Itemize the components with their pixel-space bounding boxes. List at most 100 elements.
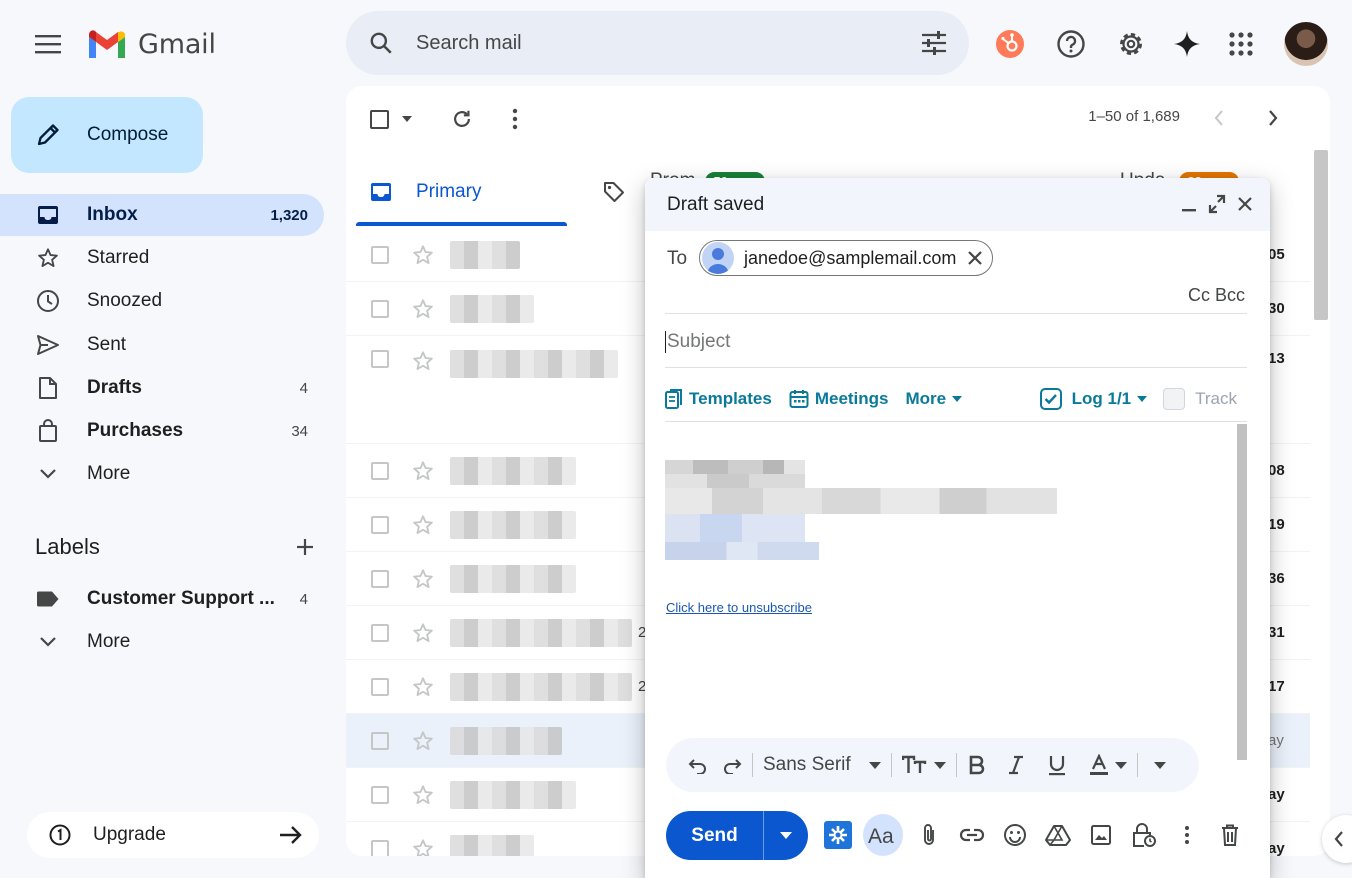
list-scrollbar[interactable] [1314, 150, 1328, 320]
underline-icon[interactable] [1047, 754, 1067, 776]
hubspot-button[interactable] [986, 20, 1034, 68]
row-checkbox[interactable] [371, 569, 389, 588]
emoji-button[interactable] [997, 814, 1032, 856]
search-icon[interactable] [368, 30, 394, 56]
prev-page-icon[interactable] [1214, 110, 1224, 126]
row-checkbox[interactable] [371, 245, 389, 264]
search-input[interactable]: Search mail [416, 32, 921, 55]
search-options-icon[interactable] [921, 31, 947, 55]
sidebar-item-label: More [87, 631, 131, 652]
formatting-options-button[interactable]: Aa [863, 814, 903, 856]
chevron-down-icon [40, 469, 56, 479]
sidebar-item-drafts[interactable]: Drafts 4 [0, 367, 324, 409]
sidebar-item-purchases[interactable]: Purchases 34 [0, 410, 324, 452]
row-checkbox[interactable] [371, 839, 389, 856]
main-menu-button[interactable] [24, 20, 72, 68]
more-tools-button[interactable]: More [906, 389, 963, 409]
insert-photo-button[interactable] [1083, 814, 1118, 856]
fullscreen-icon[interactable] [1206, 192, 1228, 216]
support-button[interactable] [1047, 20, 1095, 68]
refresh-icon[interactable] [451, 108, 473, 130]
send-options-button[interactable] [763, 811, 808, 860]
confidential-mode-button[interactable] [1126, 814, 1161, 856]
undo-icon[interactable] [688, 756, 708, 774]
hubspot-sprocket-button[interactable] [820, 814, 855, 856]
drive-button[interactable] [1040, 814, 1075, 856]
row-checkbox[interactable] [371, 461, 389, 480]
redo-icon[interactable] [722, 756, 742, 774]
star-icon[interactable] [412, 244, 434, 266]
minimize-icon[interactable] [1178, 192, 1200, 216]
gmail-logo[interactable]: Gmail [86, 24, 216, 64]
recipient-chip[interactable]: janedoe@samplemail.com [699, 240, 994, 276]
gemini-sparkle-icon [1174, 31, 1200, 57]
account-avatar[interactable] [1284, 22, 1328, 66]
caret-down-icon[interactable] [868, 761, 881, 769]
meetings-button[interactable]: Meetings [789, 389, 889, 409]
row-checkbox[interactable] [371, 731, 389, 750]
more-options-button[interactable] [1169, 814, 1204, 856]
search-bar[interactable]: Search mail [346, 11, 969, 75]
gear-icon [1120, 33, 1142, 55]
row-checkbox[interactable] [371, 785, 389, 804]
track-checkbox[interactable] [1163, 387, 1186, 410]
discard-draft-button[interactable] [1212, 814, 1247, 856]
italic-icon[interactable] [1007, 755, 1025, 775]
checkbox-checked-icon [1039, 387, 1062, 410]
close-icon[interactable] [1234, 192, 1256, 216]
row-checkbox[interactable] [371, 623, 389, 642]
star-icon[interactable] [412, 838, 434, 857]
row-checkbox[interactable] [371, 515, 389, 534]
compose-scrollbar[interactable] [1237, 424, 1247, 760]
star-icon[interactable] [412, 568, 434, 590]
sidebar-label-customer-support[interactable]: Customer Support ... 4 [0, 578, 324, 620]
log-toggle[interactable]: Log 1/1 [1039, 387, 1148, 410]
next-page-icon[interactable] [1268, 110, 1278, 126]
sidebar-labels-more[interactable]: More [0, 621, 324, 663]
text-color-icon[interactable] [1089, 754, 1109, 776]
more-formatting-icon[interactable] [1153, 761, 1166, 769]
star-icon[interactable] [412, 298, 434, 320]
message-body[interactable]: Click here to unsubscribe [665, 424, 1235, 760]
recipients-row[interactable]: To janedoe@samplemail.com Cc Bcc [665, 238, 1247, 314]
star-icon[interactable] [412, 622, 434, 644]
sidebar-item-starred[interactable]: Starred [0, 237, 324, 279]
star-icon[interactable] [412, 676, 434, 698]
add-label-icon[interactable] [295, 537, 315, 557]
settings-button[interactable] [1107, 20, 1155, 68]
remove-recipient-icon[interactable] [966, 249, 984, 267]
insert-link-button[interactable] [954, 814, 989, 856]
row-checkbox[interactable] [371, 350, 389, 368]
more-vert-icon[interactable] [512, 108, 518, 130]
select-all-checkbox[interactable] [370, 110, 389, 129]
gemini-button[interactable] [1163, 20, 1211, 68]
row-checkbox[interactable] [371, 299, 389, 318]
caret-down-icon[interactable] [401, 115, 413, 123]
sidebar-item-inbox[interactable]: Inbox 1,320 [0, 194, 324, 236]
star-icon[interactable] [412, 730, 434, 752]
sidebar-item-sent[interactable]: Sent [0, 324, 324, 366]
compose-button[interactable]: Compose [11, 97, 203, 173]
send-button[interactable]: Send [666, 811, 763, 860]
upgrade-button[interactable]: Upgrade [27, 812, 319, 858]
apps-button[interactable] [1217, 20, 1265, 68]
font-family-select[interactable]: Sans Serif [763, 754, 851, 776]
star-icon[interactable] [412, 460, 434, 482]
compose-header[interactable]: Draft saved [645, 178, 1270, 231]
sidebar-item-more[interactable]: More [0, 453, 324, 495]
unsubscribe-link[interactable]: Click here to unsubscribe [666, 600, 812, 615]
tab-primary[interactable]: Primary [370, 156, 481, 228]
caret-down-icon[interactable] [1114, 761, 1127, 769]
star-icon[interactable] [412, 784, 434, 806]
star-icon[interactable] [412, 350, 434, 372]
sidebar-item-snoozed[interactable]: Snoozed [0, 280, 324, 322]
attach-button[interactable] [911, 814, 946, 856]
subject-field[interactable]: Subject [665, 316, 1247, 368]
caret-down-icon[interactable] [933, 761, 946, 769]
row-checkbox[interactable] [371, 677, 389, 696]
font-size-icon[interactable] [901, 755, 928, 775]
templates-button[interactable]: Templates [665, 388, 772, 409]
star-icon[interactable] [412, 514, 434, 536]
cc-bcc-link[interactable]: Cc Bcc [1188, 285, 1245, 306]
bold-icon[interactable] [967, 755, 987, 775]
